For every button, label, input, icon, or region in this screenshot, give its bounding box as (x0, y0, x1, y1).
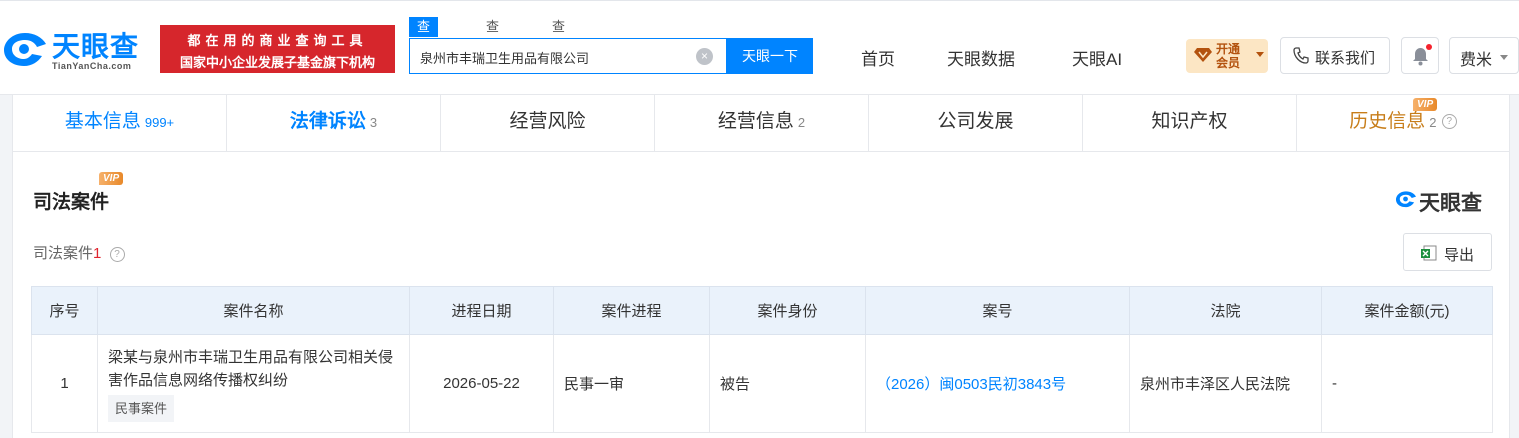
slogan-line1: 都在用的商业查询工具 (187, 33, 368, 48)
notification-dot (1426, 44, 1432, 50)
clear-icon[interactable]: × (696, 48, 713, 65)
sub-title-text: 司法案件 (33, 245, 94, 262)
export-label: 导出 (1444, 247, 1475, 264)
vip-open-label-1: 开通 (1216, 42, 1241, 56)
nav-home[interactable]: 首页 (861, 45, 895, 70)
user-name: 费米 (1460, 52, 1493, 69)
table-row[interactable]: 1 梁某与泉州市丰瑞卫生用品有限公司相关侵害作品信息网络传播权纠纷 民事案件 2… (31, 334, 1493, 433)
tab-label: 经营信息 (717, 111, 794, 132)
table-header-row: 序号 案件名称 进程日期 案件进程 案件身份 案号 法院 案件金额(元) (31, 286, 1493, 335)
search-input[interactable]: 泉州市丰瑞卫生用品有限公司 × (409, 38, 727, 74)
cell-case-name: 梁某与泉州市丰瑞卫生用品有限公司相关侵害作品信息网络传播权纠纷 民事案件 (97, 334, 410, 433)
company-detail-panel: 基本信息 999+ 法律诉讼 3 经营风险 经营信息 2 公司发展 知识产权 历史信息… (12, 95, 1510, 438)
tab-development[interactable]: 公司发展 (869, 95, 1083, 152)
cell-case-no: （2026）闽0503民初3843号 (865, 334, 1130, 433)
col-header-name: 案件名称 (97, 286, 410, 335)
logo-eye-icon (1395, 191, 1417, 208)
tianyancha-logo[interactable]: 天眼查 TianYanCha.com (2, 25, 152, 75)
case-type-tag: 民事案件 (108, 394, 175, 422)
phone-icon (1293, 47, 1309, 64)
tab-count: 2 (797, 115, 806, 130)
tab-count: 2 (1429, 115, 1437, 130)
tab-count: 999+ (144, 115, 175, 130)
help-icon[interactable]: ? (1441, 114, 1457, 130)
tab-label: 公司发展 (937, 111, 1014, 132)
vip-open-label-2: 会员 (1216, 56, 1241, 70)
search-tab-company[interactable]: 查公司 (409, 17, 439, 74)
search-tab-boss[interactable]: 查老板 (486, 17, 499, 74)
contact-us-button[interactable]: 联系我们 (1280, 37, 1390, 74)
col-header-stage: 案件进程 (553, 286, 710, 335)
tab-risk[interactable]: 经营风险 (441, 95, 655, 152)
col-header-case-no: 案号 (865, 286, 1130, 335)
section-title: 司法案件 (33, 192, 110, 213)
tab-label: 基本信息 (64, 111, 141, 132)
chevron-down-icon (1256, 52, 1264, 57)
notification-button[interactable] (1401, 37, 1439, 74)
cell-court: 泉州市丰泽区人民法院 (1129, 334, 1322, 433)
col-header-amount: 案件金额(元) (1321, 286, 1493, 335)
logo-domain: TianYanCha.com (52, 61, 132, 71)
diamond-icon (1194, 48, 1212, 62)
tab-history[interactable]: 历史信息 2 ? VIP (1297, 95, 1509, 152)
nav-data[interactable]: 天眼数据 (947, 45, 1015, 70)
tab-operation[interactable]: 经营信息 2 (655, 95, 869, 152)
nav-ai[interactable]: 天眼AI (1072, 45, 1122, 70)
tab-basic-info[interactable]: 基本信息 999+ (13, 95, 227, 152)
excel-icon (1421, 245, 1437, 261)
user-menu[interactable]: 费米 (1449, 37, 1519, 74)
search-button[interactable]: 天眼一下 (727, 38, 813, 74)
logo-eye-icon (4, 33, 46, 66)
case-count: 1 (93, 245, 102, 262)
search-input-value: 泉州市丰瑞卫生用品有限公司 (420, 51, 590, 66)
tab-ip[interactable]: 知识产权 (1083, 95, 1297, 152)
tab-label: 法律诉讼 (289, 111, 366, 132)
cell-index: 1 (31, 334, 98, 433)
col-header-index: 序号 (31, 286, 98, 335)
case-number-link[interactable]: （2026）闽0503民初3843号 (876, 376, 1066, 393)
col-header-court: 法院 (1129, 286, 1322, 335)
export-button[interactable]: 导出 (1403, 233, 1492, 271)
section-tabs: 基本信息 999+ 法律诉讼 3 经营风险 经营信息 2 公司发展 知识产权 历史信息… (13, 95, 1509, 152)
tab-label: 知识产权 (1151, 111, 1228, 132)
vip-open-button[interactable]: 开通 会员 (1186, 39, 1268, 73)
tab-label: 经营风险 (509, 111, 586, 132)
tab-label: 历史信息 (1349, 111, 1426, 132)
cases-table: 序号 案件名称 进程日期 案件进程 案件身份 案号 法院 案件金额(元) 1 梁… (31, 286, 1493, 433)
logo-text: 天眼查 (52, 31, 140, 62)
col-header-date: 进程日期 (409, 286, 554, 335)
case-name-link[interactable]: 梁某与泉州市丰瑞卫生用品有限公司相关侵害作品信息网络传播权纠纷 (108, 346, 401, 392)
slogan-banner: 都在用的商业查询工具 国家中小企业发展子基金旗下机构 (160, 25, 395, 73)
slogan-line2: 国家中小企业发展子基金旗下机构 (179, 55, 375, 70)
vip-badge: VIP (99, 172, 124, 185)
tab-count: 3 (369, 115, 378, 130)
col-header-role: 案件身份 (709, 286, 866, 335)
watermark-text: 天眼查 (1419, 192, 1482, 215)
cell-role: 被告 (709, 334, 866, 433)
cell-stage: 民事一审 (553, 334, 710, 433)
chevron-down-icon (1500, 55, 1508, 60)
cell-date: 2026-05-22 (409, 334, 554, 433)
bell-icon (1413, 48, 1428, 66)
vip-badge: VIP (1413, 98, 1438, 111)
case-count-label: 司法案件1 ? (33, 242, 125, 263)
search-tab-relation[interactable]: 查关系 (552, 17, 565, 74)
top-header: 天眼查 TianYanCha.com 都在用的商业查询工具 国家中小企业发展子基… (0, 0, 1519, 95)
cell-amount: - (1321, 334, 1493, 433)
help-icon[interactable]: ? (109, 246, 125, 262)
contact-us-label: 联系我们 (1315, 50, 1376, 67)
tab-legal[interactable]: 法律诉讼 3 (227, 95, 441, 152)
